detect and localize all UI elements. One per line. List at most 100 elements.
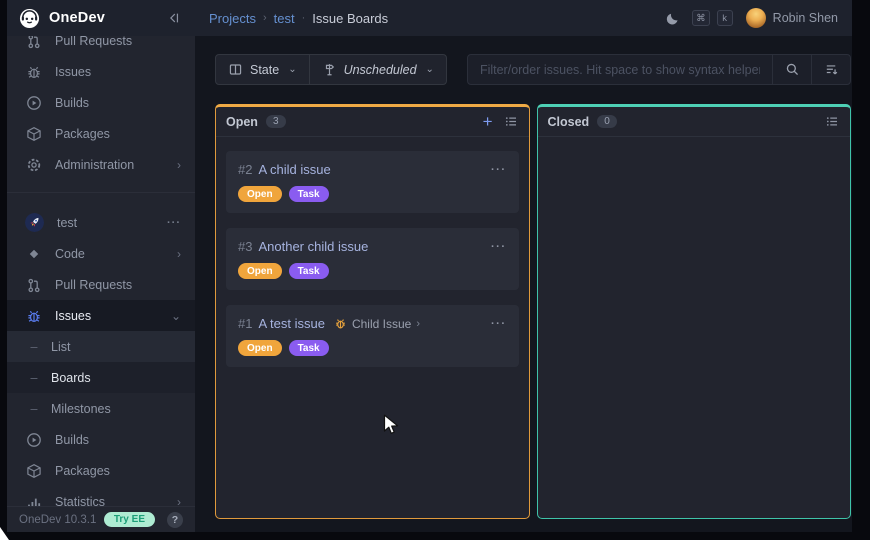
project-menu-icon[interactable]: ··· [167, 217, 181, 229]
column-title: Closed [548, 115, 590, 129]
play-circle-icon [25, 432, 42, 448]
sidebar-item-pull-requests[interactable]: Pull Requests [7, 36, 195, 56]
version-label: OneDev 10.3.1 [19, 514, 96, 526]
issue-card[interactable]: #3 Another child issue ··· Open Task [226, 228, 519, 290]
sidebar-item-label: Pull Requests [55, 36, 132, 48]
sidebar-item-label: Code [55, 247, 85, 261]
sidebar-item-code[interactable]: Code › [7, 238, 195, 269]
column-actions [825, 114, 840, 129]
dash-bullet-icon: – [27, 402, 41, 416]
breadcrumb-project-link[interactable]: test [274, 11, 295, 26]
chevron-down-icon: ⌄ [171, 309, 181, 323]
issue-card[interactable]: #2 A child issue ··· Open Task [226, 151, 519, 213]
issue-card[interactable]: #1 A test issue Child Issue › [226, 305, 519, 367]
code-icon [25, 246, 42, 262]
column-body-open: #2 A child issue ··· Open Task #3 [216, 137, 529, 396]
sidebar-item-project-pull-requests[interactable]: Pull Requests [7, 269, 195, 300]
search-icon [785, 62, 800, 77]
pull-request-icon [25, 277, 42, 293]
state-board-label: State [250, 63, 279, 77]
column-list-icon[interactable] [825, 114, 840, 129]
navbar-brand: OneDev [7, 8, 195, 29]
column-count-badge: 0 [597, 115, 617, 128]
sidebar-item-packages[interactable]: Packages [7, 118, 195, 149]
user-avatar[interactable] [746, 8, 766, 28]
sidebar-item-project-builds[interactable]: Builds [7, 424, 195, 455]
breadcrumb-projects-link[interactable]: Projects [209, 11, 256, 26]
issue-badges: Open Task [238, 340, 507, 356]
board-column-open: Open 3 + [215, 104, 530, 519]
sidebar-item-administration[interactable]: Administration › [7, 149, 195, 180]
sidebar-item-project-packages[interactable]: Packages [7, 455, 195, 486]
breadcrumb-current-page: Issue Boards [312, 11, 388, 26]
state-badge: Open [238, 186, 282, 202]
top-navbar: OneDev Projects › test · Issue Boards [7, 0, 852, 36]
state-board-dropdown[interactable]: State ⌄ [216, 55, 309, 84]
sidebar-project-header[interactable]: test ··· [7, 207, 195, 238]
try-ee-badge[interactable]: Try EE [104, 512, 155, 527]
child-issue-link[interactable]: Child Issue › [334, 317, 420, 331]
onedev-logo-icon [19, 8, 40, 29]
sidebar-item-issues-milestones[interactable]: – Milestones [7, 393, 195, 424]
dash-bullet-icon: – [27, 371, 41, 385]
sidebar-item-label: Builds [55, 433, 89, 447]
order-button[interactable] [811, 55, 850, 84]
sidebar-item-issues[interactable]: Issues [7, 56, 195, 87]
breadcrumb-separator-icon: › [263, 12, 267, 24]
sidebar-item-label: Packages [55, 127, 110, 141]
sidebar-item-label: Builds [55, 96, 89, 110]
issue-title[interactable]: Another child issue [258, 239, 368, 254]
sort-icon [824, 62, 839, 77]
column-list-icon[interactable] [504, 114, 519, 129]
sidebar-footer: OneDev 10.3.1 Try EE ? [7, 506, 195, 532]
sidebar-item-issues-list[interactable]: – List [7, 331, 195, 362]
column-header-closed: Closed 0 [538, 107, 851, 137]
chevron-right-icon: › [177, 158, 181, 172]
issue-board: Open 3 + [215, 104, 851, 519]
sidebar-scroll: Pull Requests Issues [7, 36, 195, 517]
add-issue-icon[interactable]: + [483, 113, 493, 130]
card-menu-icon[interactable]: ··· [491, 164, 507, 176]
columns-icon [228, 62, 243, 77]
sidebar-item-label: Administration [55, 158, 134, 172]
shortcut-cmd-key[interactable]: ⌘ [692, 10, 710, 26]
chevron-right-icon: › [416, 318, 420, 330]
sidebar-item-label: List [51, 340, 70, 354]
column-count-badge: 3 [266, 115, 286, 128]
sidebar-item-issues-boards[interactable]: – Boards [7, 362, 195, 393]
main-content: State ⌄ Unscheduled ⌄ [195, 36, 852, 532]
filter-input-group [467, 54, 851, 85]
milestone-icon [322, 62, 337, 77]
issue-number: #2 [238, 162, 252, 177]
column-actions: + [483, 113, 519, 130]
shortcut-k-key[interactable]: k [717, 10, 733, 26]
issue-badges: Open Task [238, 263, 507, 279]
board-toolbar: State ⌄ Unscheduled ⌄ [215, 54, 851, 85]
breadcrumb: Projects › test · Issue Boards [209, 11, 388, 26]
sidebar-divider [7, 192, 195, 193]
milestone-dropdown[interactable]: Unscheduled ⌄ [309, 55, 446, 84]
filter-input[interactable] [468, 55, 772, 84]
issue-title[interactable]: A test issue [258, 316, 324, 331]
sidebar-item-label: Issues [55, 309, 91, 323]
sidebar-item-label: Milestones [51, 402, 111, 416]
sidebar-collapse-icon[interactable] [166, 11, 181, 25]
dark-mode-toggle[interactable] [665, 11, 680, 26]
issue-title[interactable]: A child issue [258, 162, 330, 177]
bug-icon [25, 308, 42, 324]
chevron-down-icon: ⌄ [426, 64, 434, 75]
sidebar-item-builds[interactable]: Builds [7, 87, 195, 118]
search-button[interactable] [772, 55, 811, 84]
sidebar: Pull Requests Issues [7, 36, 195, 532]
gear-icon [25, 157, 42, 173]
navbar-actions: ⌘ k Robin Shen [665, 8, 852, 28]
column-body-closed [538, 137, 851, 165]
app-title: OneDev [49, 10, 105, 26]
app-window: OneDev Projects › test · Issue Boards [7, 0, 852, 532]
user-name[interactable]: Robin Shen [773, 11, 838, 25]
card-menu-icon[interactable]: ··· [491, 241, 507, 253]
help-icon[interactable]: ? [167, 512, 183, 528]
sidebar-item-project-issues[interactable]: Issues ⌄ [7, 300, 195, 331]
card-menu-icon[interactable]: ··· [491, 318, 507, 330]
package-icon [25, 126, 42, 142]
